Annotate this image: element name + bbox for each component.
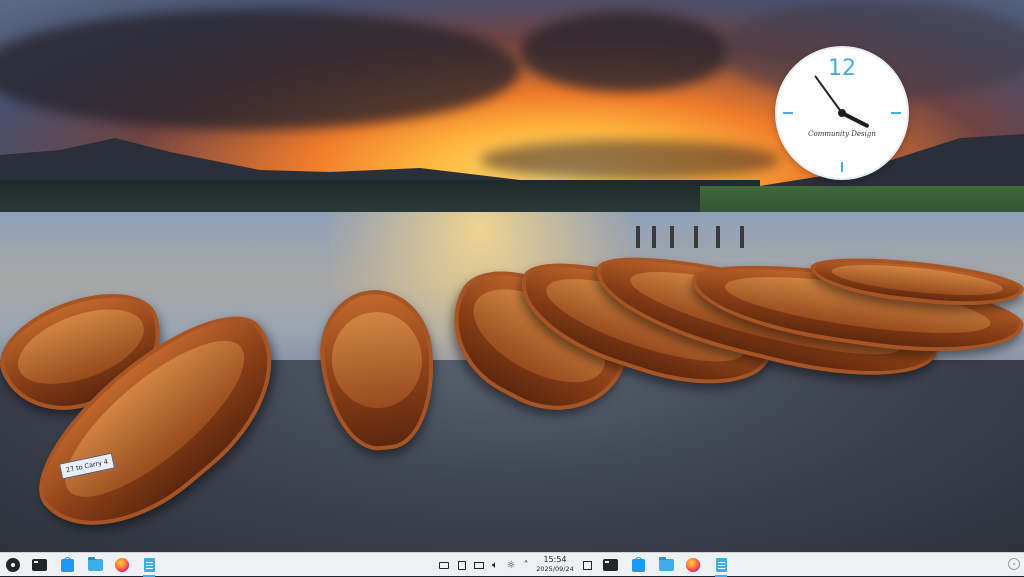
clock-brand-text: Community Design xyxy=(808,130,876,138)
text-editor-launcher[interactable] xyxy=(140,556,158,577)
cloud xyxy=(0,10,520,130)
post xyxy=(740,226,744,248)
post xyxy=(636,226,640,248)
application-launcher-button[interactable] xyxy=(4,556,22,574)
document-icon xyxy=(715,558,727,572)
task-file-manager[interactable] xyxy=(657,556,675,574)
tray-volume[interactable]: 🔈︎ xyxy=(488,557,502,573)
firefox-icon xyxy=(115,558,129,572)
task-firefox[interactable] xyxy=(684,556,702,574)
terminal-icon xyxy=(602,559,618,571)
chevron-up-icon: ˄ xyxy=(523,559,529,571)
store-icon xyxy=(631,556,645,572)
gear-icon xyxy=(6,558,20,572)
display-icon xyxy=(474,561,484,569)
show-desktop-icon xyxy=(582,560,592,570)
clock-time: 15:54 xyxy=(543,555,567,564)
post xyxy=(694,226,698,248)
document-icon xyxy=(143,558,155,572)
store-icon xyxy=(60,556,74,572)
clock-numeral-12: 12 xyxy=(828,56,856,81)
post xyxy=(652,226,656,248)
show-desktop-button[interactable] xyxy=(580,557,594,573)
tray-clipboard[interactable] xyxy=(455,557,469,573)
digital-clock[interactable]: 15:54 2025/09/24 xyxy=(534,555,576,573)
tray-brightness[interactable]: ☼ xyxy=(504,557,518,573)
peek-desktop-button[interactable] xyxy=(1008,558,1020,570)
post xyxy=(716,226,720,248)
task-terminal[interactable] xyxy=(601,556,619,574)
cloud xyxy=(520,12,730,92)
folder-icon xyxy=(87,557,103,571)
treeline xyxy=(0,180,760,214)
volume-icon: 🔈︎ xyxy=(492,559,498,571)
analog-clock-widget[interactable]: 12 Community Design xyxy=(777,48,907,178)
task-text-editor[interactable] xyxy=(712,556,730,577)
tray-display[interactable] xyxy=(472,557,486,573)
terminal-launcher[interactable] xyxy=(30,556,48,574)
tray-keyboard[interactable] xyxy=(437,557,451,573)
post xyxy=(670,226,674,248)
terminal-icon xyxy=(31,559,47,571)
discover-launcher[interactable] xyxy=(58,556,76,574)
clock-date: 2025/09/24 xyxy=(536,565,574,573)
clock-tick-9 xyxy=(783,112,793,114)
keyboard-icon xyxy=(439,561,449,569)
clock-tick-6 xyxy=(841,162,843,172)
firefox-icon xyxy=(686,558,700,572)
firefox-launcher[interactable] xyxy=(113,556,131,574)
folder-icon xyxy=(658,557,674,571)
task-discover[interactable] xyxy=(629,556,647,574)
tray-expand[interactable]: ˄ xyxy=(519,557,533,573)
clipboard-icon xyxy=(458,560,466,570)
taskbar: 🔈︎ ☼ ˄ 15:54 2025/09/24 xyxy=(0,552,1024,577)
file-manager-launcher[interactable] xyxy=(86,556,104,574)
clock-hub xyxy=(838,109,846,117)
clock-tick-3 xyxy=(891,112,901,114)
brightness-icon: ☼ xyxy=(506,559,516,571)
